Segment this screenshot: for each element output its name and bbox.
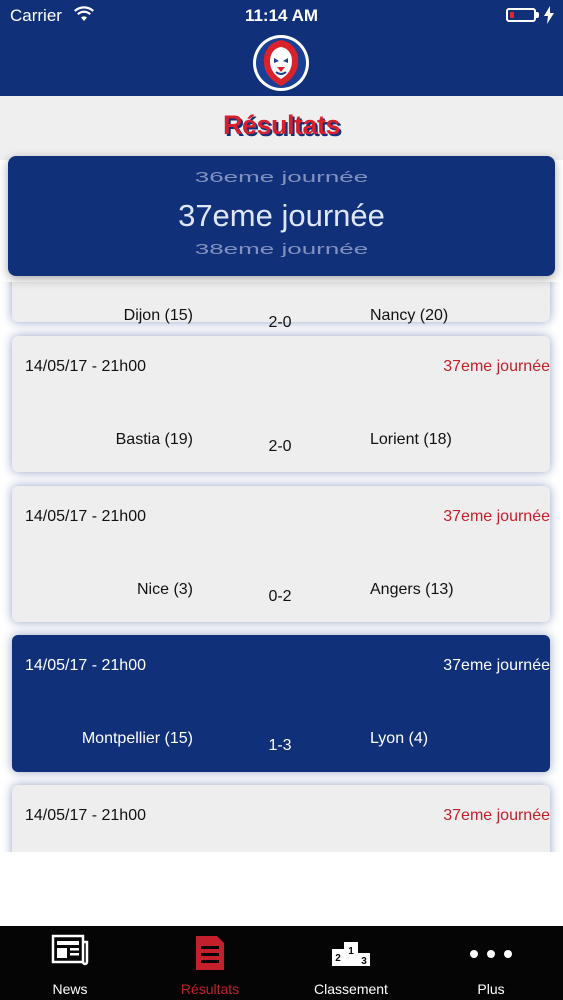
home-team: Dijon (15)	[123, 307, 193, 324]
match-score: 0-2	[268, 588, 292, 605]
svg-text:2: 2	[335, 953, 341, 964]
home-team: Montpellier (15)	[81, 730, 193, 747]
picker-option-next[interactable]: 38eme journée	[8, 241, 555, 258]
tab-label: Résultats	[180, 981, 240, 997]
tab-label: News	[52, 981, 88, 997]
podium-icon: 1 2 3	[332, 942, 370, 967]
match-card[interactable]: 14/05/17 - 21h00 37eme journée Nice (3) …	[12, 486, 550, 622]
match-card-selected[interactable]: 14/05/17 - 21h00 37eme journée Montpelli…	[12, 635, 550, 772]
match-date: 14/05/17 - 21h00	[25, 807, 146, 824]
home-team: Bastia (19)	[115, 431, 193, 448]
tab-classement[interactable]: 1 2 3 Classement	[281, 926, 421, 1000]
match-round: 37eme journée	[443, 657, 550, 674]
results-list[interactable]: Dijon (15) 2-0 Nancy (20) 14/05/17 - 21h…	[0, 282, 563, 852]
battery-level	[510, 12, 514, 18]
svg-text:3: 3	[361, 956, 367, 967]
match-card[interactable]: Dijon (15) 2-0 Nancy (20)	[12, 282, 550, 331]
navigation-bar: Carrier 11:14 AM	[0, 0, 563, 96]
away-team: Angers (13)	[370, 581, 454, 598]
tab-bar: News Résultats 1 2 3 Classement Plus	[0, 926, 563, 1000]
picker-option-selected[interactable]: 37eme journée	[8, 198, 555, 234]
status-bar: Carrier 11:14 AM	[0, 0, 563, 34]
picker-option-previous[interactable]: 36eme journée	[8, 169, 555, 186]
clock: 11:14 AM	[244, 6, 319, 25]
match-date: 14/05/17 - 21h00	[25, 657, 146, 674]
match-date: 14/05/17 - 21h00	[25, 358, 146, 375]
round-picker[interactable]: 36eme journée 37eme journée 38eme journé…	[8, 156, 555, 276]
newspaper-icon	[51, 934, 89, 966]
tab-label: Plus	[477, 981, 505, 997]
club-logo	[253, 35, 309, 91]
tab-resultats[interactable]: Résultats	[140, 926, 280, 1000]
away-team: Lyon (4)	[370, 730, 429, 747]
tab-news[interactable]: News	[0, 926, 140, 1000]
match-round: 37eme journée	[443, 807, 550, 824]
match-card[interactable]: 14/05/17 - 21h00 37eme journée Bastia (1…	[12, 336, 550, 472]
match-score: 2-0	[268, 438, 292, 455]
svg-text:1: 1	[348, 946, 354, 957]
match-score: 2-0	[268, 314, 292, 331]
charging-bolt-icon	[544, 6, 554, 24]
match-card[interactable]: 14/05/17 - 21h00 37eme journée	[12, 785, 550, 852]
match-round: 37eme journée	[443, 508, 550, 525]
match-date: 14/05/17 - 21h00	[25, 508, 146, 525]
tab-plus[interactable]: Plus	[421, 926, 561, 1000]
away-team: Lorient (18)	[370, 431, 452, 448]
battery-nub	[536, 12, 539, 18]
tab-label: Classement	[314, 981, 388, 997]
battery-icon	[506, 8, 536, 22]
away-team: Nancy (20)	[370, 307, 449, 324]
more-dots-icon	[470, 950, 512, 958]
document-icon	[196, 936, 224, 970]
match-score: 1-3	[268, 737, 292, 754]
home-team: Nice (3)	[136, 581, 193, 598]
match-round: 37eme journée	[443, 358, 550, 375]
page-title: Résultats	[222, 110, 341, 140]
